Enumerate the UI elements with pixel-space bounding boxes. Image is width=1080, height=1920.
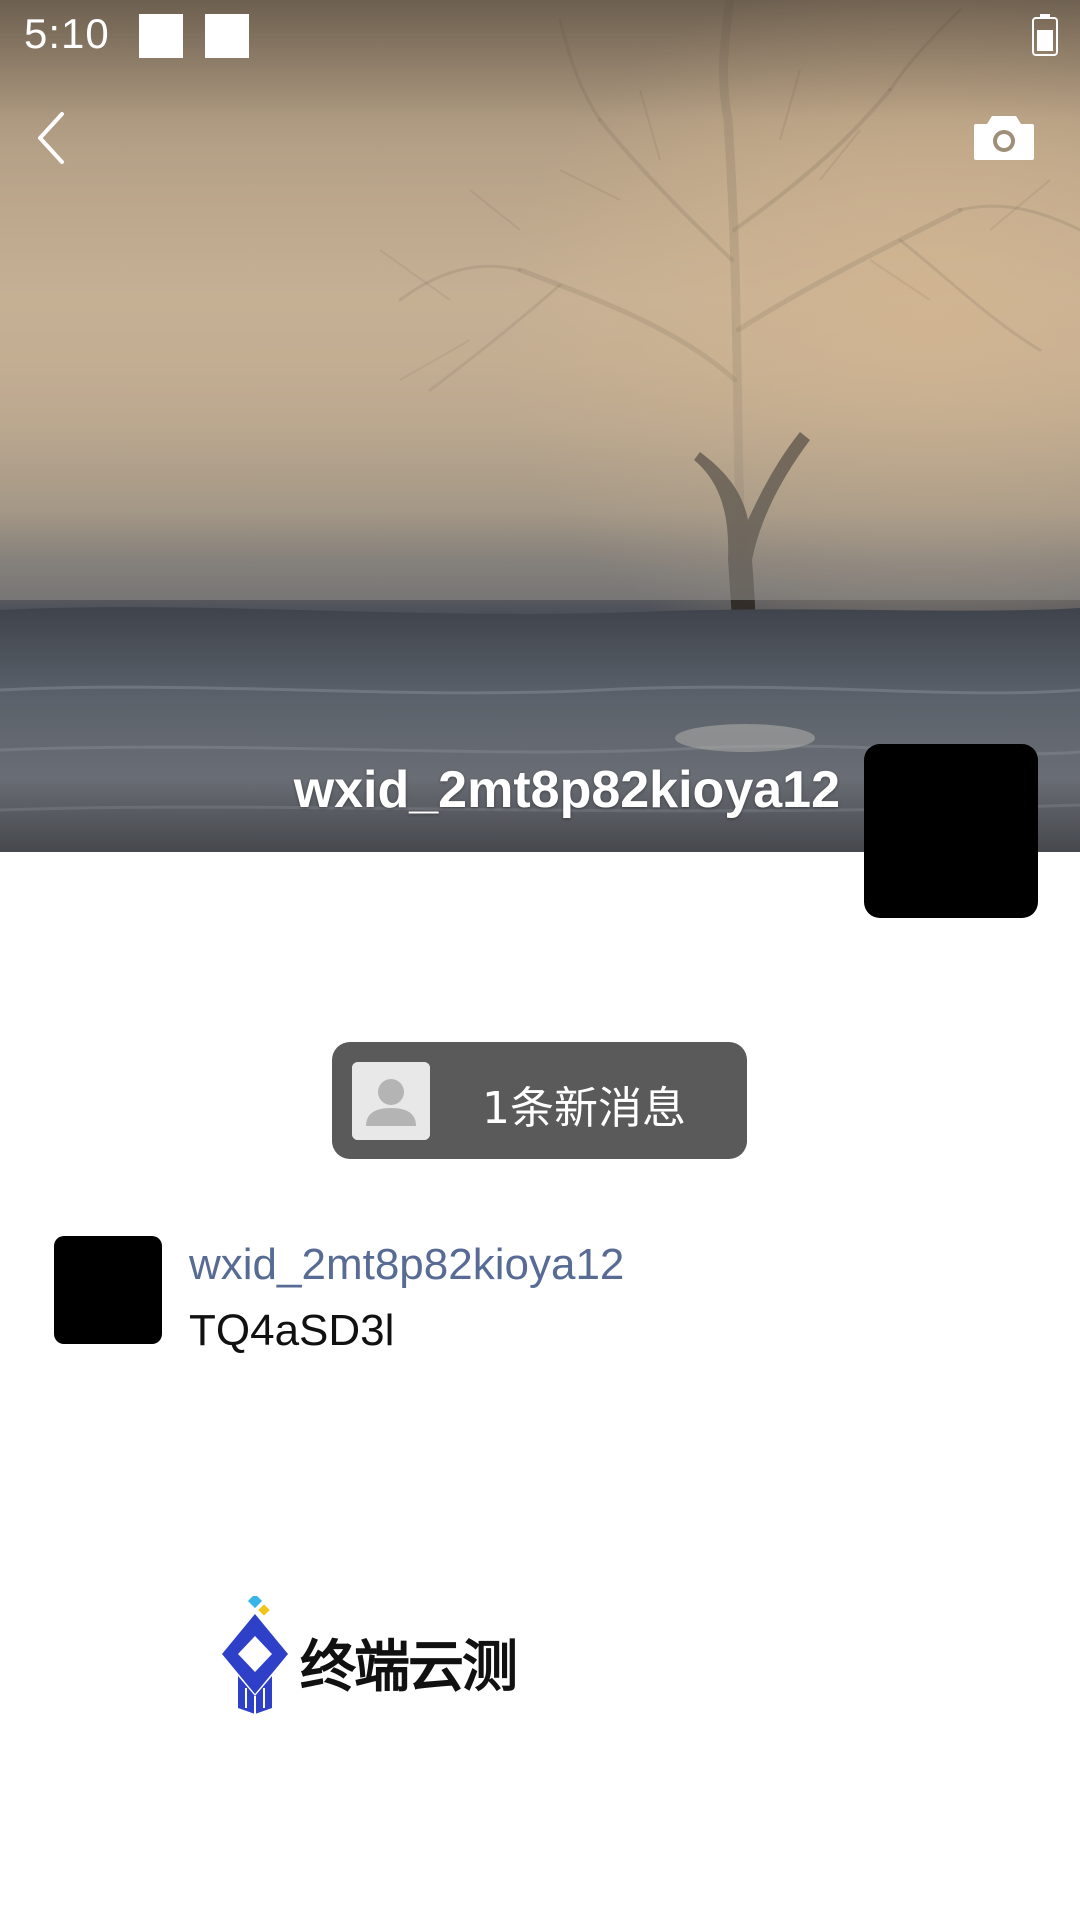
cover-photo[interactable] (0, 0, 1080, 852)
profile-name: wxid_2mt8p82kioya12 (293, 761, 840, 819)
profile-avatar[interactable] (864, 744, 1038, 918)
notification-icon (139, 14, 183, 58)
cover-shade (0, 0, 1080, 852)
camera-icon (974, 116, 1034, 160)
new-message-button[interactable]: 1条新消息 (332, 1042, 747, 1159)
status-time: 5:10 (24, 10, 110, 57)
watermark-text: 终端云测 (300, 1635, 518, 1700)
status-bar: 5:10 (0, 0, 1080, 72)
moments-screen: 5:10 wxid_2mt8p82kioya12 1条新消息 wxid_2mt8… (0, 0, 1080, 1920)
default-avatar-icon (352, 1062, 430, 1140)
post-content: TQ4aSD3l (189, 1306, 395, 1355)
watermark-logo: 终端云测 (220, 1592, 518, 1722)
logo-icon (222, 1596, 288, 1714)
chevron-left-icon (38, 112, 64, 164)
back-button[interactable] (28, 108, 78, 168)
post-author-name[interactable]: wxid_2mt8p82kioya12 (189, 1240, 624, 1290)
post-author-avatar[interactable] (54, 1236, 162, 1344)
new-message-label: 1条新消息 (482, 1083, 686, 1134)
battery-icon (1032, 14, 1058, 56)
notification-icon (205, 14, 249, 58)
camera-button[interactable] (972, 110, 1036, 166)
